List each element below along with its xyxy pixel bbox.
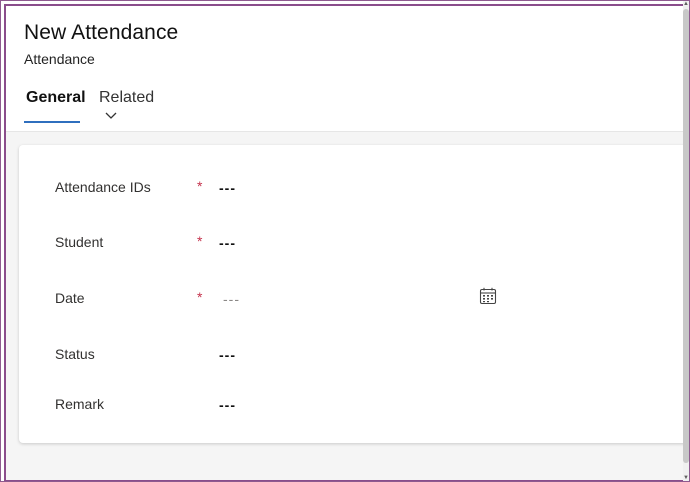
- date-input[interactable]: ---: [223, 291, 240, 307]
- field-student: Student * ---: [19, 233, 679, 262]
- field-label: Attendance IDs: [55, 179, 151, 195]
- required-marker: *: [197, 233, 203, 249]
- tab-related[interactable]: Related: [99, 89, 154, 123]
- page-title: New Attendance: [24, 21, 179, 44]
- tab-selected-indicator: [24, 121, 80, 123]
- field-label: Date: [55, 290, 85, 306]
- student-lookup-input[interactable]: ---: [219, 235, 236, 251]
- remark-input[interactable]: ---: [219, 397, 236, 413]
- field-label: Student: [55, 234, 104, 250]
- calendar-icon[interactable]: [479, 287, 497, 305]
- required-marker: *: [197, 289, 203, 305]
- window-frame: New Attendance Attendance General Relate…: [0, 0, 690, 482]
- tab-general[interactable]: General: [24, 89, 86, 123]
- tab-related-label: Related: [99, 89, 155, 106]
- scroll-down-arrow-icon[interactable]: ▼: [683, 475, 689, 481]
- entity-name: Attendance: [24, 51, 95, 67]
- attendance-ids-input[interactable]: ---: [219, 180, 236, 196]
- field-date: Date * ---: [19, 287, 679, 318]
- field-label: Remark: [55, 396, 105, 412]
- form-container: New Attendance Attendance General Relate…: [4, 4, 688, 481]
- tab-general-label: General: [26, 89, 86, 106]
- chevron-down-icon: [105, 107, 117, 125]
- general-section-card: Attendance IDs * --- Student * --- Date …: [19, 145, 688, 443]
- field-label: Status: [55, 346, 95, 362]
- status-input[interactable]: ---: [219, 347, 236, 363]
- field-remark: Remark ---: [19, 396, 679, 424]
- scrollbar-thumb[interactable]: [683, 9, 689, 463]
- field-attendance-ids: Attendance IDs * ---: [19, 178, 679, 207]
- scroll-up-arrow-icon[interactable]: ▲: [683, 1, 689, 7]
- vertical-scrollbar[interactable]: ▲ ▼: [683, 1, 689, 481]
- form-header: New Attendance Attendance General Relate…: [6, 6, 688, 132]
- required-marker: *: [197, 178, 203, 194]
- field-status: Status ---: [19, 346, 679, 374]
